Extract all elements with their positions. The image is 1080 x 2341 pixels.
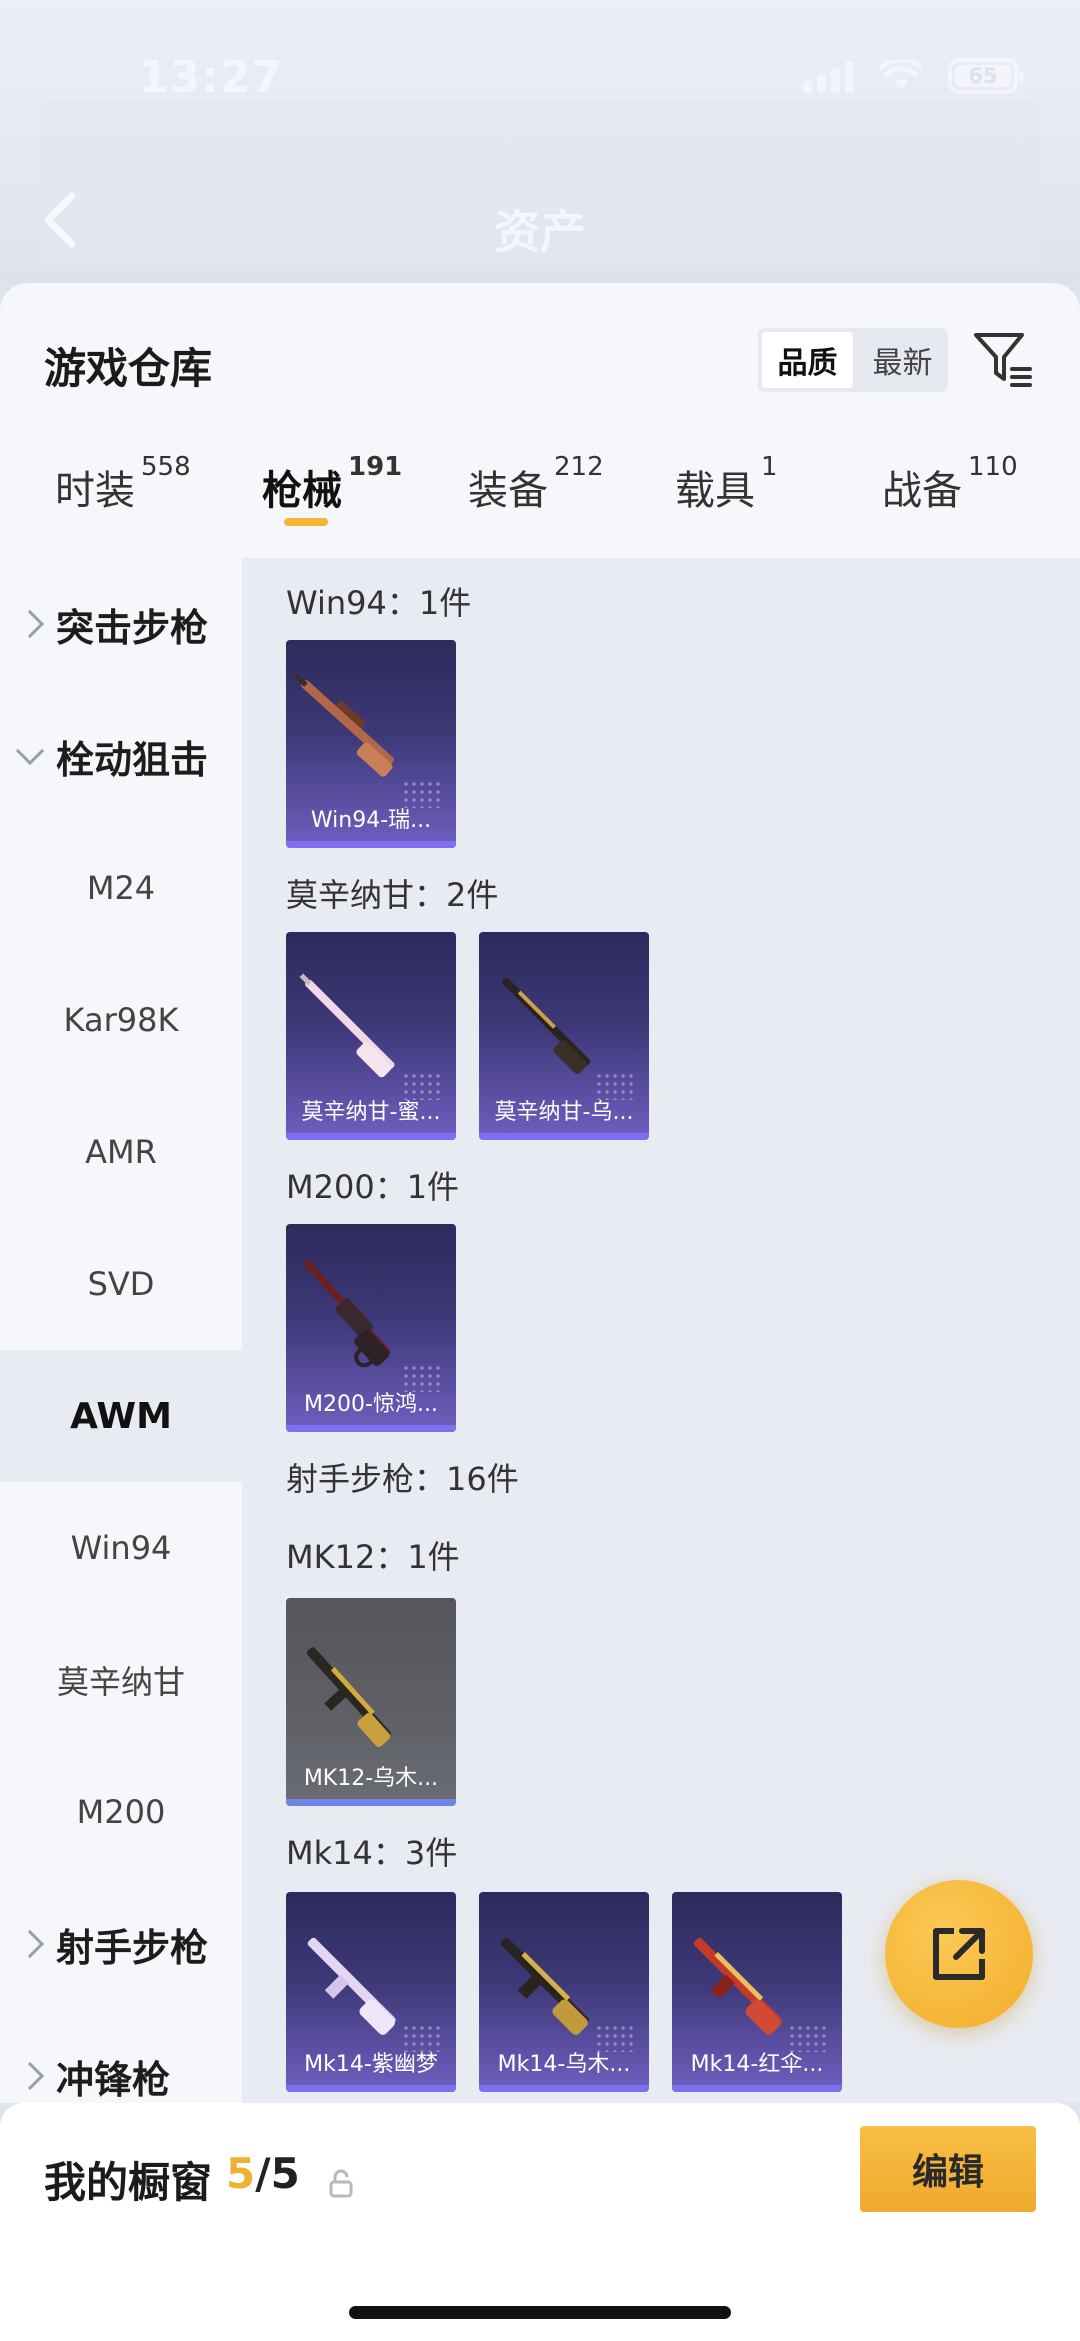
page-title: 资产 [494,205,586,259]
tab-label: 战备 [882,468,962,514]
skin-name: Mk14-乌木... [497,2052,631,2077]
sidebar-item-label: 突击步枪 [56,605,209,650]
showcase-label: 我的橱窗 [44,2158,213,2207]
tab-label: 载具 [675,468,755,514]
rarity-bar [286,1799,456,1806]
skin-card[interactable]: 莫辛纳甘-蜜... [286,932,456,1140]
tab-count: 191 [348,452,403,482]
skin-name: Mk14-紫幽梦 [304,2052,438,2077]
chevron-right-icon [15,1929,45,1959]
skin-card[interactable]: Mk14-红伞... [672,1892,842,2092]
sidebar-item-m200[interactable]: M200 [0,1746,242,1878]
tab-battle-gear[interactable]: 战备110 [882,452,1018,516]
tab-guns[interactable]: 枪械191 [262,452,402,526]
sidebar-item-bolt-sniper[interactable]: 栓动狙击 [0,690,242,822]
tab-count: 110 [968,452,1018,482]
rarity-bar [479,2085,649,2092]
top-bar: 13:27 65 资产 [0,0,1080,285]
tab-count: 212 [554,452,604,482]
sort-quality-button[interactable]: 品质 [762,332,853,388]
chevron-down-icon [15,736,45,766]
section-label-m200: M200：1件 [286,1168,460,1206]
sidebar-item-marksman[interactable]: 射手步枪 [0,1878,242,2010]
sidebar-item-label: 射手步枪 [56,1925,209,1970]
cellular-signal-icon [803,59,854,93]
warehouse-title: 游戏仓库 [44,344,213,393]
battery-icon: 65 [948,58,1024,94]
tab-equipment[interactable]: 装备212 [468,452,604,516]
wifi-icon [880,60,922,90]
sidebar-item-smg[interactable]: 冲锋枪 [0,2010,242,2103]
edit-button[interactable]: 编辑 [860,2126,1036,2212]
section-label-mk12: MK12：1件 [286,1538,460,1576]
showcase-current: 5 [226,2149,256,2198]
showcase-total: /5 [255,2149,300,2198]
weapon-content: Win94：1件 Win94-瑞... 莫辛纳甘：2件 莫辛纳甘-蜜... 莫辛… [242,558,1080,2103]
skin-card[interactable]: Mk14-乌木... [479,1892,649,2092]
showcase-count: 5/5 [226,2149,300,2198]
tab-label: 枪械 [262,468,342,514]
skin-card[interactable]: Mk14-紫幽梦 [286,1892,456,2092]
tab-count: 1 [761,452,778,482]
sidebar-item-kar98k[interactable]: Kar98K [0,954,242,1086]
sidebar-item-label: 冲锋枪 [56,2057,171,2102]
skin-card[interactable]: Win94-瑞... [286,640,456,848]
skin-name: Win94-瑞... [310,808,432,833]
sidebar-item-awm[interactable]: AWM [0,1350,242,1482]
rarity-bar [286,1425,456,1432]
tab-label: 装备 [468,468,548,514]
category-tabs: 时装558 枪械191 装备212 载具1 战备110 [0,452,1080,558]
skin-card[interactable]: M200-惊鸿... [286,1224,456,1432]
sidebar-item-m24[interactable]: M24 [0,822,242,954]
skin-name: MK12-乌木... [303,1766,439,1791]
tab-fashion[interactable]: 时装558 [55,452,191,516]
rarity-bar [479,1133,649,1140]
rarity-bar [286,2085,456,2092]
lock-icon [329,2169,353,2198]
share-external-icon [933,1928,985,1980]
share-button[interactable] [885,1880,1033,2028]
skin-name: Mk14-红伞... [690,2052,824,2077]
sidebar-item-amr[interactable]: AMR [0,1086,242,1218]
warehouse-sheet: 游戏仓库 品质 最新 时装558 枪械191 装备212 载具1 战备110 突… [0,283,1080,2103]
status-icons: 65 [803,58,1024,94]
sidebar-item-svd[interactable]: SVD [0,1218,242,1350]
tab-label: 时装 [55,468,135,514]
sidebar-item-win94[interactable]: Win94 [0,1482,242,1614]
sidebar-item-label: 栓动狙击 [56,737,209,782]
battery-level: 65 [968,64,998,88]
section-label-mosin: 莫辛纳甘：2件 [286,876,499,914]
chevron-right-icon [15,609,45,639]
rarity-bar [286,841,456,848]
chevron-right-icon [15,2061,45,2091]
skin-name: M200-惊鸿... [304,1392,438,1417]
status-time: 13:27 [138,52,284,103]
section-label-mk14: Mk14：3件 [286,1834,458,1872]
sidebar-item-mosin[interactable]: 莫辛纳甘 [0,1614,242,1746]
home-indicator [349,2306,731,2319]
rarity-bar [672,2085,842,2092]
sidebar-item-assault-rifle[interactable]: 突击步枪 [0,558,242,690]
skin-card[interactable]: 莫辛纳甘-乌... [479,932,649,1140]
skin-card[interactable]: MK12-乌木... [286,1598,456,1806]
weapon-type-sidebar: 突击步枪 栓动狙击 M24 Kar98K AMR SVD AWM Win94 莫… [0,558,242,2103]
skin-name: 莫辛纳甘-乌... [494,1100,634,1125]
filter-icon [974,333,1032,387]
section-label-marksman: 射手步枪：16件 [286,1460,519,1498]
skin-name: 莫辛纳甘-蜜... [301,1100,441,1125]
filter-button[interactable] [972,329,1034,391]
sort-newest-button[interactable]: 最新 [857,328,948,392]
tab-count: 558 [141,452,191,482]
sort-toggle: 品质 最新 [758,328,948,392]
rarity-bar [286,1133,456,1140]
section-label-win94: Win94：1件 [286,584,472,622]
tab-vehicles[interactable]: 载具1 [675,452,778,516]
